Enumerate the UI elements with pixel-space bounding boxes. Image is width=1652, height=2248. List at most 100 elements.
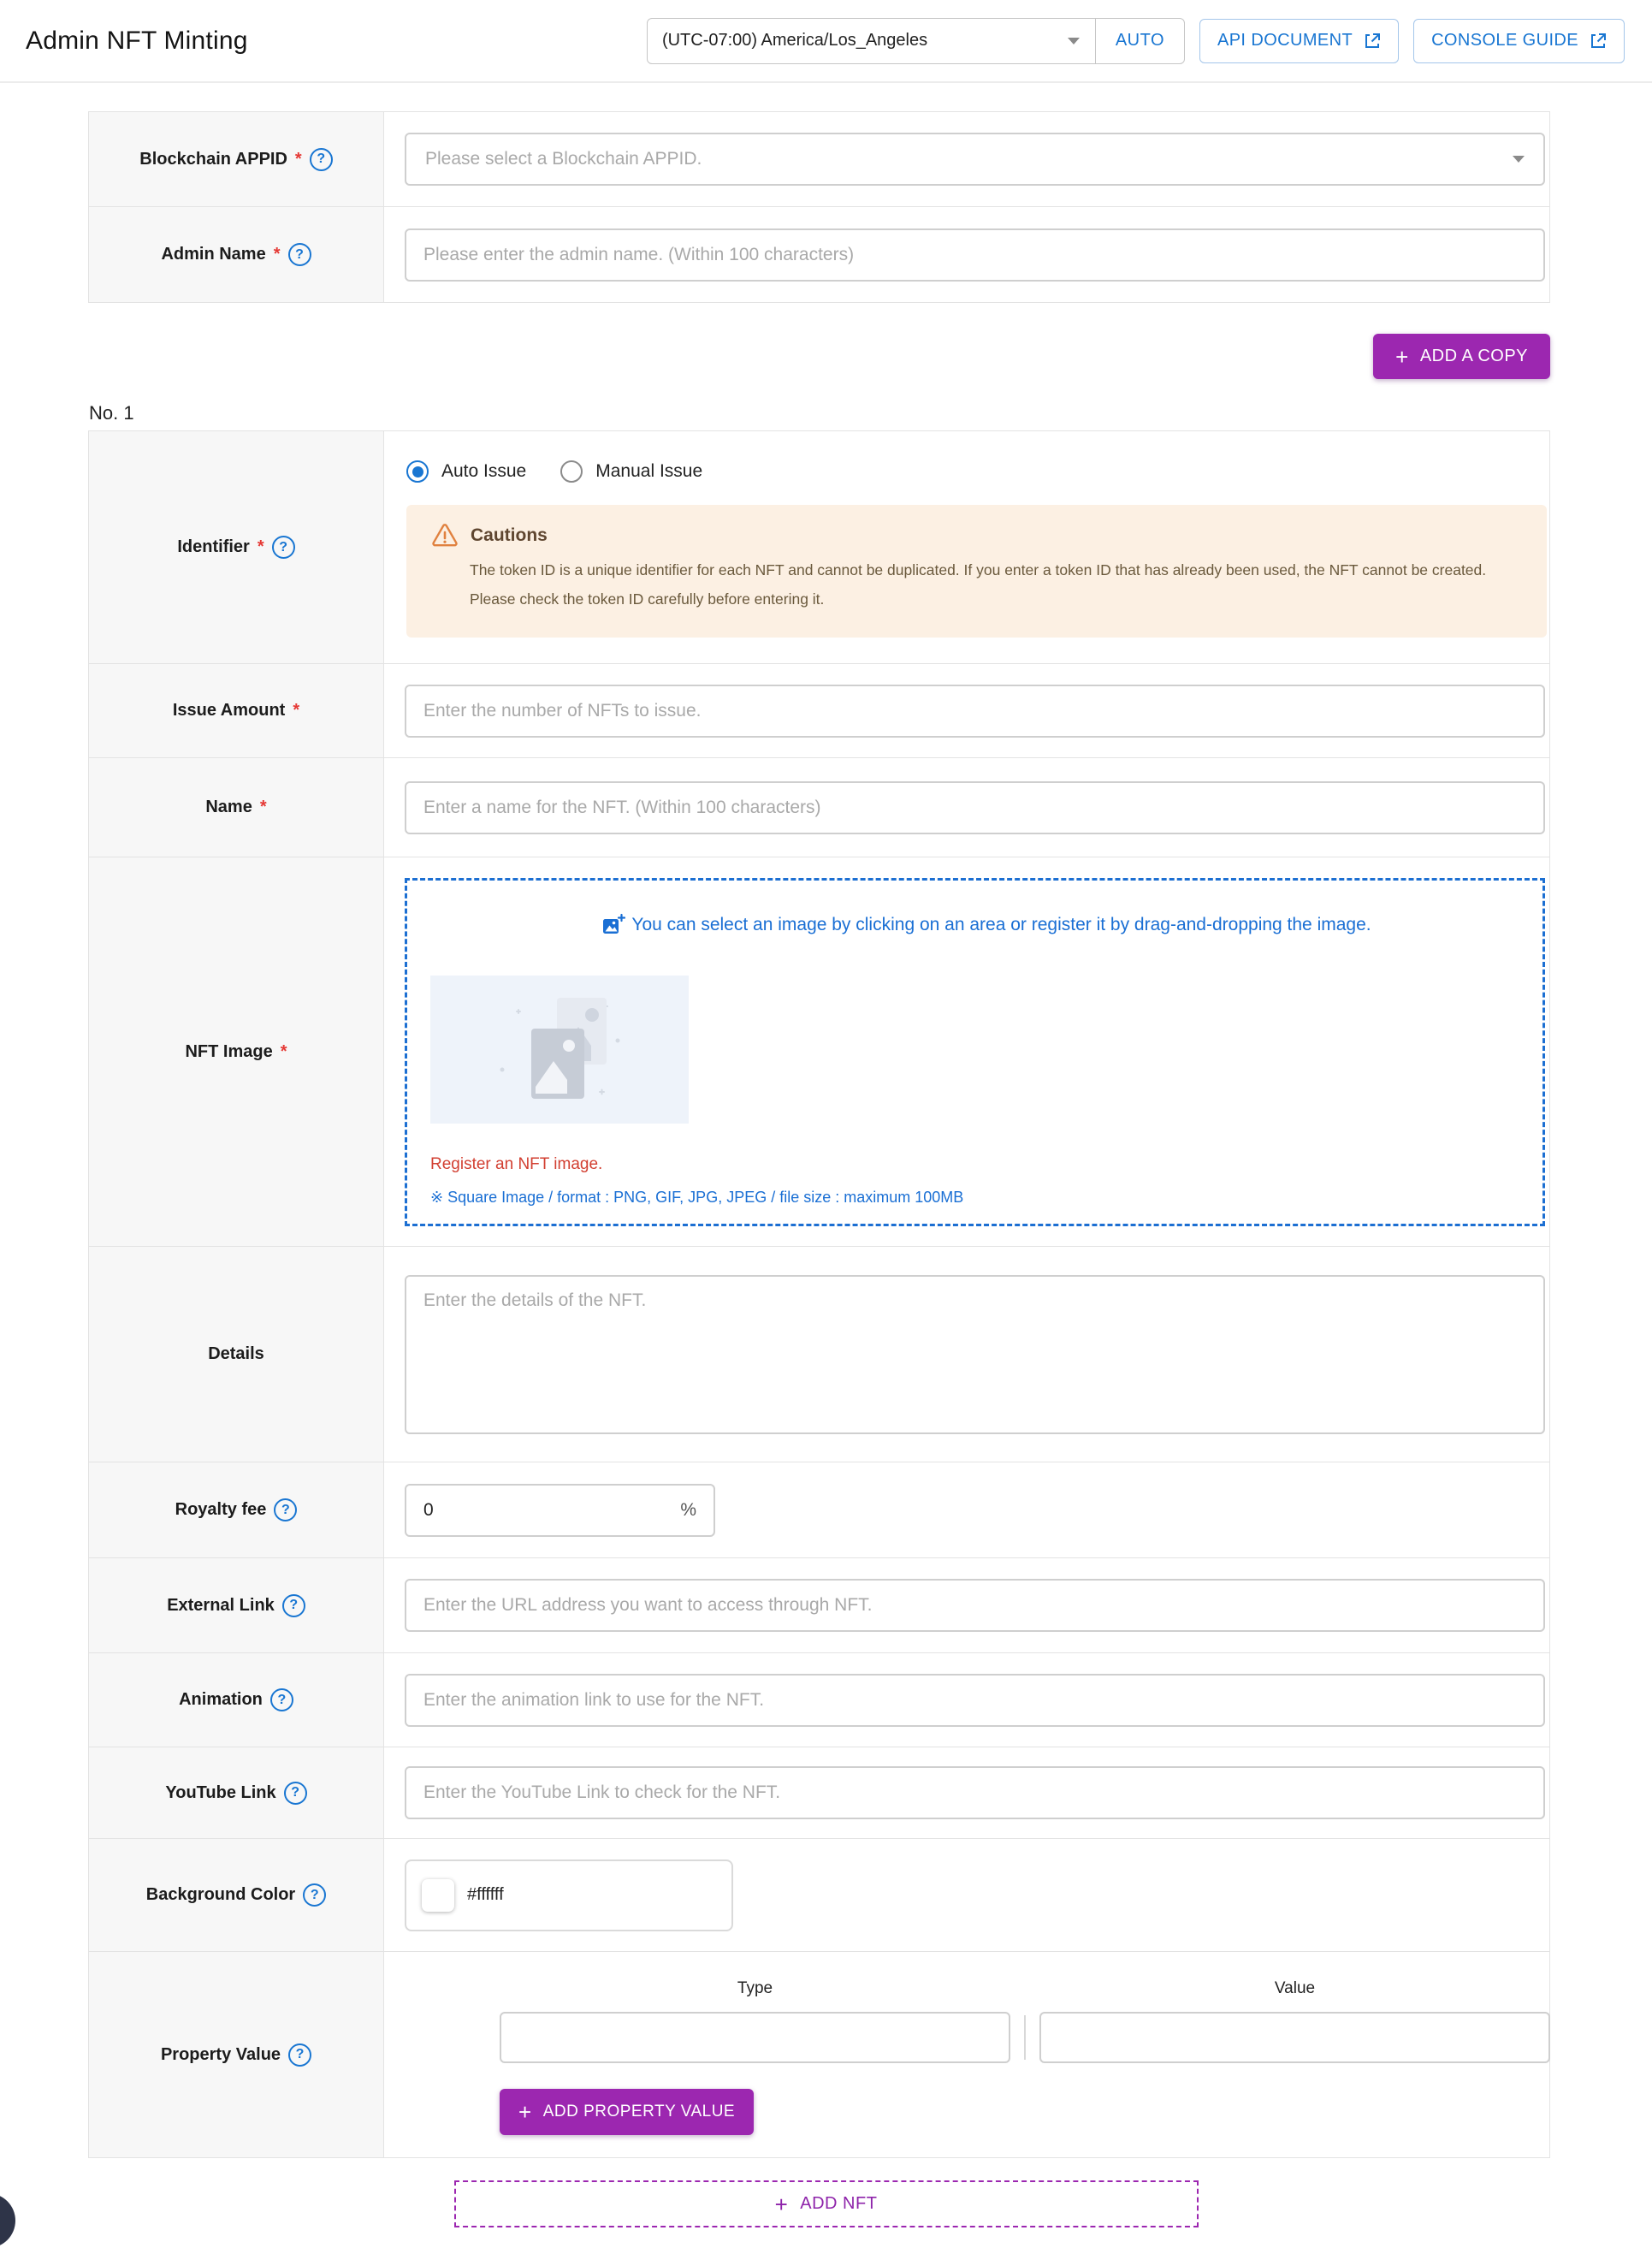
identifier-label-cell: Identifier * ?: [89, 431, 384, 663]
name-label: Name: [205, 798, 252, 817]
property-headers: Type Value: [405, 1979, 1550, 1998]
add-nft-button[interactable]: + ADD NFT: [454, 2180, 1199, 2227]
plus-icon: +: [518, 2101, 532, 2123]
color-swatch[interactable]: [422, 1879, 454, 1912]
page-header: Admin NFT Minting (UTC-07:00) America/Lo…: [0, 0, 1652, 83]
help-icon[interactable]: ?: [310, 148, 333, 171]
admin-name-label-cell: Admin Name * ?: [89, 207, 384, 302]
issue-amount-label-cell: Issue Amount *: [89, 664, 384, 757]
help-icon[interactable]: ?: [303, 1883, 326, 1907]
property-value-header: Value: [1039, 1979, 1550, 1998]
nft-image-content-cell: You can select an image by clicking on a…: [384, 857, 1549, 1246]
photo-placeholder-icon: [478, 988, 641, 1112]
external-link-icon: [1364, 33, 1381, 50]
details-row: Details: [89, 1247, 1549, 1462]
help-icon[interactable]: ?: [288, 2043, 311, 2067]
add-copy-row: + ADD A COPY: [88, 334, 1550, 379]
help-icon[interactable]: ?: [288, 243, 311, 266]
auto-issue-label: Auto Issue: [441, 461, 526, 482]
blockchain-appid-select[interactable]: Please select a Blockchain APPID.: [405, 133, 1545, 186]
copy-number-label: No. 1: [89, 402, 1550, 424]
details-textarea[interactable]: [405, 1275, 1545, 1434]
identifier-label: Identifier: [177, 537, 249, 557]
issue-amount-label: Issue Amount: [173, 701, 286, 721]
caution-alert: Cautions The token ID is a unique identi…: [406, 505, 1547, 638]
name-row: Name *: [89, 758, 1549, 857]
issue-amount-input[interactable]: [405, 685, 1545, 738]
auto-issue-radio[interactable]: Auto Issue: [406, 460, 526, 483]
floating-action-button[interactable]: [0, 2193, 15, 2248]
nft-image-label-cell: NFT Image *: [89, 857, 384, 1246]
background-color-label-cell: Background Color ?: [89, 1839, 384, 1951]
details-content-cell: [384, 1247, 1549, 1462]
blockchain-appid-placeholder: Please select a Blockchain APPID.: [425, 149, 702, 169]
royalty-fee-input[interactable]: 0 %: [405, 1484, 715, 1537]
nft-form-table: Identifier * ? Auto Issue Manual Issue: [88, 430, 1550, 2158]
auto-button-label: AUTO: [1116, 31, 1164, 50]
animation-label: Animation: [179, 1690, 263, 1710]
external-link-label: External Link: [167, 1596, 275, 1616]
details-label-cell: Details: [89, 1247, 384, 1462]
issue-amount-content-cell: [384, 664, 1549, 757]
help-icon[interactable]: ?: [284, 1782, 307, 1805]
blockchain-appid-label-cell: Blockchain APPID * ?: [89, 112, 384, 206]
plus-icon: +: [1395, 346, 1409, 368]
property-type-header: Type: [500, 1979, 1010, 1998]
property-value-content-cell: Type Value + ADD PROPERTY VALUE: [384, 1952, 1550, 2157]
external-link-row: External Link ?: [89, 1558, 1549, 1653]
animation-input[interactable]: [405, 1674, 1545, 1727]
timezone-select[interactable]: (UTC-07:00) America/Los_Angeles: [647, 18, 1096, 64]
add-copy-button[interactable]: + ADD A COPY: [1373, 334, 1550, 379]
help-icon[interactable]: ?: [274, 1498, 297, 1521]
api-document-button[interactable]: API DOCUMENT: [1199, 19, 1399, 63]
youtube-link-label: YouTube Link: [165, 1783, 275, 1803]
caution-body: The token ID is a unique identifier for …: [470, 555, 1521, 614]
help-icon[interactable]: ?: [282, 1594, 305, 1617]
manual-issue-label: Manual Issue: [595, 461, 702, 482]
admin-name-input[interactable]: [405, 228, 1545, 282]
plus-icon: +: [775, 2193, 789, 2215]
youtube-link-content-cell: [384, 1747, 1549, 1838]
background-color-content-cell: #ffffff: [384, 1839, 1549, 1951]
nft-image-row: NFT Image * You can select an image by c…: [89, 857, 1549, 1247]
external-link-label-cell: External Link ?: [89, 1558, 384, 1652]
property-value-label: Property Value: [161, 2045, 281, 2065]
required-mark: *: [274, 245, 281, 264]
required-mark: *: [258, 537, 264, 557]
caution-header: Cautions: [432, 524, 1521, 547]
identifier-content-cell: Auto Issue Manual Issue Cautio: [384, 431, 1567, 663]
nft-image-dropzone[interactable]: You can select an image by clicking on a…: [405, 878, 1545, 1226]
youtube-link-input[interactable]: [405, 1766, 1545, 1819]
warning-triangle-icon: [432, 524, 458, 547]
add-nft-label: ADD NFT: [800, 2194, 877, 2214]
console-guide-label: CONSOLE GUIDE: [1431, 31, 1578, 50]
caret-down-icon: [1513, 156, 1525, 163]
required-mark: *: [260, 798, 267, 817]
console-guide-button[interactable]: CONSOLE GUIDE: [1413, 19, 1625, 63]
auto-button[interactable]: AUTO: [1095, 18, 1185, 64]
timezone-selected-value: (UTC-07:00) America/Los_Angeles: [662, 31, 927, 50]
add-property-value-button[interactable]: + ADD PROPERTY VALUE: [500, 2089, 754, 2135]
admin-name-label: Admin Name: [161, 245, 265, 264]
manual-issue-radio[interactable]: Manual Issue: [560, 460, 702, 483]
name-content-cell: [384, 758, 1549, 857]
details-label: Details: [208, 1344, 264, 1364]
required-mark: *: [293, 701, 299, 721]
background-color-field[interactable]: #ffffff: [405, 1859, 733, 1931]
royalty-fee-value: 0: [423, 1500, 434, 1521]
vertical-divider: [1024, 2015, 1026, 2060]
external-link-input[interactable]: [405, 1579, 1545, 1632]
timezone-group: (UTC-07:00) America/Los_Angeles AUTO: [647, 18, 1185, 64]
identifier-row: Identifier * ? Auto Issue Manual Issue: [89, 431, 1549, 664]
help-icon[interactable]: ?: [270, 1688, 293, 1711]
property-type-input[interactable]: [500, 2012, 1010, 2063]
blockchain-appid-content-cell: Please select a Blockchain APPID.: [384, 112, 1549, 206]
animation-label-cell: Animation ?: [89, 1653, 384, 1747]
issue-mode-radio-group: Auto Issue Manual Issue: [406, 460, 1567, 483]
help-icon[interactable]: ?: [272, 536, 295, 559]
radio-selected-icon: [406, 460, 429, 483]
required-mark: *: [295, 150, 302, 169]
nft-name-input[interactable]: [405, 781, 1545, 834]
royalty-fee-unit: %: [680, 1500, 696, 1521]
property-value-input[interactable]: [1039, 2012, 1550, 2063]
